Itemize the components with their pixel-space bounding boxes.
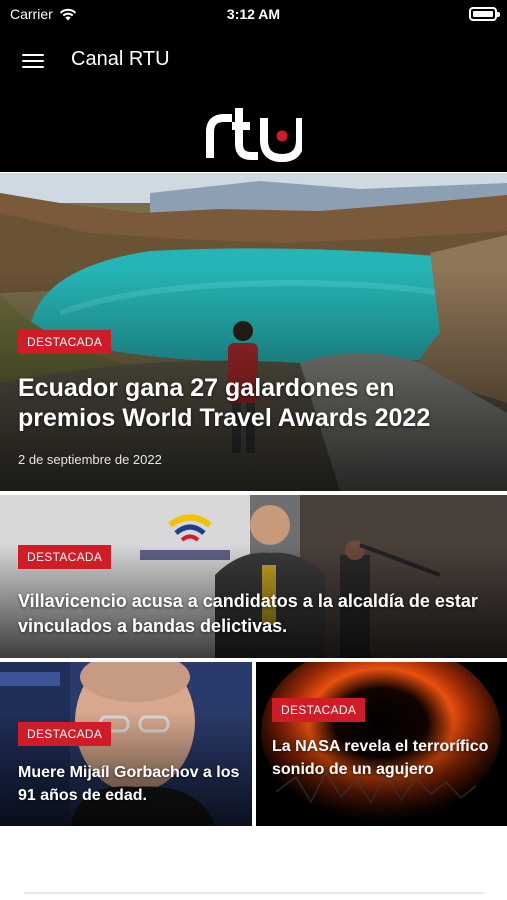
featured-badge: DESTACADA [272, 698, 366, 722]
article-date: 2 de septiembre de 2022 [18, 452, 162, 467]
featured-badge: DESTACADA [18, 722, 112, 746]
article-card-featured[interactable]: DESTACADA Ecuador gana 27 galardones en … [0, 173, 507, 491]
article-headline: Villavicencio acusa a candidatos a la al… [18, 591, 478, 636]
article-card[interactable]: DESTACADA La NASA revela el terrorífico … [256, 662, 507, 826]
rtu-logo [206, 108, 302, 162]
article-headline: Ecuador gana 27 galardones en premios Wo… [18, 374, 431, 432]
article-card[interactable]: DESTACADA Villavicencio acusa a candidat… [0, 495, 507, 658]
article-card[interactable]: DESTACADA Muere Mijaíl Gorbachov a los 9… [0, 662, 252, 826]
battery-icon [469, 7, 500, 21]
featured-badge: DESTACADA [18, 330, 112, 354]
article-headline: Muere Mijaíl Gorbachov a los 91 años de … [18, 764, 240, 804]
status-bar: Carrier 3:12 AM [0, 0, 507, 30]
divider [24, 892, 484, 894]
article-headline: La NASA revela el terrorífico sonido de … [272, 738, 489, 778]
app-bar: Canal RTU [0, 30, 507, 92]
clock: 3:12 AM [226, 6, 281, 22]
logo-band [0, 92, 507, 172]
app-title: Canal RTU [71, 48, 170, 70]
featured-badge: DESTACADA [18, 545, 112, 569]
hamburger-menu-icon[interactable] [16, 48, 50, 74]
